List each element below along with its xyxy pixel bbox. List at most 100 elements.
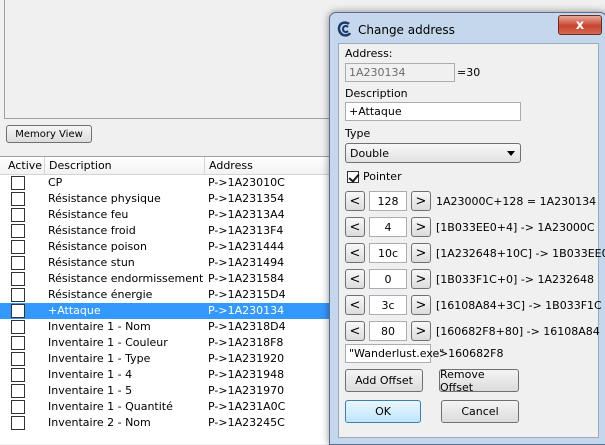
cheat-engine-icon — [337, 21, 352, 37]
active-checkbox[interactable] — [11, 208, 25, 222]
active-checkbox[interactable] — [11, 368, 25, 382]
offset-increment-button[interactable]: > — [411, 295, 431, 315]
memory-view-button[interactable]: Memory View — [6, 125, 92, 143]
offset-increment-button[interactable]: > — [411, 191, 431, 211]
column-header-description[interactable]: Description — [49, 159, 112, 172]
row-description: Inventaire 1 - Couleur — [48, 336, 168, 349]
offset-field[interactable]: 80 — [369, 321, 407, 341]
active-checkbox[interactable] — [11, 224, 25, 238]
row-description: Résistance physique — [48, 192, 161, 205]
offset-field[interactable]: 128 — [369, 191, 407, 211]
row-address: P->1A231584 — [208, 272, 285, 285]
offset-decrement-button[interactable]: < — [345, 217, 365, 237]
row-address: P->1A231948 — [208, 368, 285, 381]
row-description: Résistance stun — [48, 256, 135, 269]
offset-increment-button[interactable]: > — [411, 321, 431, 341]
offset-increment-button[interactable]: > — [411, 217, 431, 237]
active-checkbox[interactable] — [11, 416, 25, 430]
column-header-active[interactable]: Active — [8, 159, 42, 172]
ok-button[interactable]: OK — [345, 400, 421, 423]
active-checkbox[interactable] — [11, 192, 25, 206]
dialog-client-area: Address: 1A230134 =30 Description +Attaq… — [338, 43, 605, 438]
active-checkbox[interactable] — [11, 176, 25, 190]
offset-decrement-button[interactable]: < — [345, 243, 365, 263]
row-address: P->1A231A0C — [208, 400, 286, 413]
address-field[interactable]: 1A230134 — [345, 63, 455, 82]
base-pointer-result: ->160682F8 — [435, 347, 504, 360]
active-checkbox[interactable] — [11, 240, 25, 254]
dialog-title-bar[interactable]: Change address x — [330, 13, 605, 45]
row-description: Inventaire 2 - Nom — [48, 416, 151, 429]
description-field[interactable]: +Attaque — [345, 102, 521, 121]
row-address: P->1A231494 — [208, 256, 285, 269]
offset-increment-button[interactable]: > — [411, 243, 431, 263]
row-address: P->1A2318F8 — [208, 336, 284, 349]
offset-field[interactable]: 10c — [369, 243, 407, 263]
active-checkbox[interactable] — [11, 320, 25, 334]
offset-field[interactable]: 0 — [369, 269, 407, 289]
offset-result-text: 1A23000C+128 = 1A230134 — [436, 195, 597, 208]
offset-field[interactable]: 3c — [369, 295, 407, 315]
row-description: Résistance poison — [48, 240, 147, 253]
row-address: P->1A2315D4 — [208, 288, 286, 301]
row-description: +Attaque — [48, 304, 101, 317]
offset-result-text: [1A232648+10C] -> 1B033EE0 — [436, 247, 605, 260]
row-address: P->1A2313A4 — [208, 208, 285, 221]
offset-field[interactable]: 4 — [369, 217, 407, 237]
row-description: Inventaire 1 - 5 — [48, 384, 133, 397]
row-address: P->1A2313F4 — [208, 224, 284, 237]
base-pointer-field[interactable]: "Wanderlust.exe" — [345, 344, 444, 363]
pointer-label: Pointer — [363, 170, 402, 183]
offset-result-text: [16108A84+3C] -> 1B033F1C — [436, 299, 602, 312]
active-checkbox[interactable] — [11, 400, 25, 414]
row-address: P->1A230134 — [208, 304, 285, 317]
active-checkbox[interactable] — [11, 304, 25, 318]
offset-result-text: [160682F8+80] -> 16108A84 — [436, 325, 600, 338]
pointer-checkbox[interactable] — [347, 171, 360, 183]
row-address: P->1A2318D4 — [208, 320, 286, 333]
offset-decrement-button[interactable]: < — [345, 295, 365, 315]
chevron-down-icon — [507, 151, 515, 156]
row-description: Résistance froid — [48, 224, 136, 237]
row-address: P->1A231970 — [208, 384, 285, 397]
description-label: Description — [345, 87, 408, 100]
row-address: P->1A231920 — [208, 352, 285, 365]
type-dropdown[interactable]: Double — [345, 143, 521, 163]
row-description: Résistance feu — [48, 208, 129, 221]
address-label: Address: — [345, 47, 393, 60]
row-description: CP — [48, 176, 63, 189]
row-description: Inventaire 1 - Nom — [48, 320, 151, 333]
address-value-result: =30 — [457, 66, 481, 79]
type-dropdown-value: Double — [350, 147, 389, 160]
add-offset-button[interactable]: Add Offset — [345, 369, 423, 392]
type-label: Type — [345, 127, 371, 140]
column-separator — [44, 157, 45, 174]
cancel-button[interactable]: Cancel — [441, 400, 519, 423]
row-address: P->1A23245C — [208, 416, 285, 429]
column-separator — [204, 157, 205, 174]
main-panel-frame — [4, 0, 345, 119]
offset-decrement-button[interactable]: < — [345, 321, 365, 341]
active-checkbox[interactable] — [11, 256, 25, 270]
row-address: P->1A23010C — [208, 176, 285, 189]
active-checkbox[interactable] — [11, 272, 25, 286]
offset-decrement-button[interactable]: < — [345, 269, 365, 289]
row-description: Inventaire 1 - Quantité — [48, 400, 173, 413]
active-checkbox[interactable] — [11, 288, 25, 302]
offset-decrement-button[interactable]: < — [345, 191, 365, 211]
row-address: P->1A231354 — [208, 192, 285, 205]
close-button[interactable]: x — [558, 15, 602, 35]
row-description: Inventaire 1 - Type — [48, 352, 151, 365]
column-header-address[interactable]: Address — [209, 159, 253, 172]
remove-offset-button[interactable]: Remove Offset — [439, 368, 519, 394]
row-description: Inventaire 1 - 4 — [48, 368, 133, 381]
offset-result-text: [1B033EE0+4] -> 1A23000C — [436, 221, 595, 234]
row-description: Résistance énergie — [48, 288, 153, 301]
dialog-title: Change address — [358, 23, 455, 37]
active-checkbox[interactable] — [11, 384, 25, 398]
offset-increment-button[interactable]: > — [411, 269, 431, 289]
offset-result-text: [1B033F1C+0] -> 1A232648 — [436, 273, 595, 286]
active-checkbox[interactable] — [11, 352, 25, 366]
checkmark-icon — [348, 171, 360, 183]
active-checkbox[interactable] — [11, 336, 25, 350]
